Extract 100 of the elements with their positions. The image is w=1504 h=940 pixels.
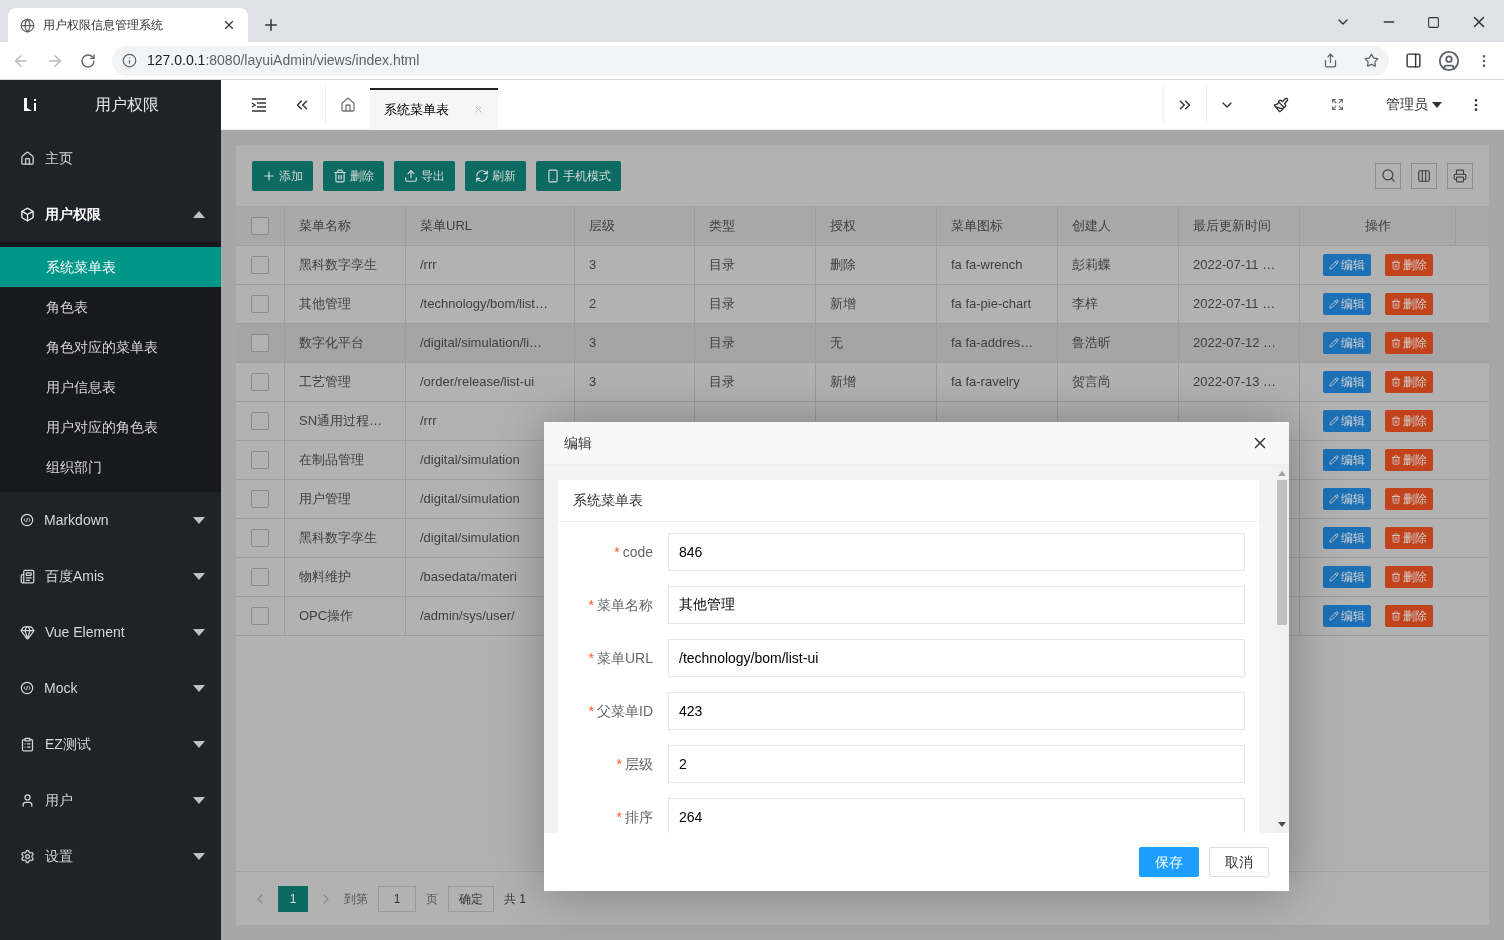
pencil-icon	[1329, 455, 1339, 465]
delete-button[interactable]: 删除	[1385, 566, 1433, 588]
table-cell-text: 彭莉蝶	[1072, 256, 1111, 275]
page-input[interactable]: 1	[378, 885, 416, 912]
table-row[interactable]: 黑科数字孪生 /rrr 3 目录 删除 fa fa-wrench 彭莉蝶 2022-07-11 … 编辑 删除	[236, 246, 1489, 285]
submenu-item[interactable]: 用户对应的角色表	[0, 407, 221, 447]
delete-button[interactable]: 删除	[1385, 605, 1433, 627]
checkbox[interactable]	[251, 334, 269, 352]
edit-button[interactable]: 编辑	[1323, 605, 1371, 627]
scroll-down-icon[interactable]	[1278, 822, 1286, 827]
toolbar-button[interactable]: 删除	[323, 160, 384, 191]
toolbar-button[interactable]: 手机模式	[536, 160, 621, 191]
submenu-item[interactable]: 组织部门	[0, 447, 221, 487]
delete-button[interactable]: 删除	[1385, 332, 1433, 354]
table-cell-text: 物料维护	[299, 568, 351, 587]
sidebar-item[interactable]: Mock	[0, 660, 221, 716]
page-unit: 页	[426, 890, 438, 908]
plus-icon	[262, 168, 276, 183]
paintbrush-icon[interactable]	[1273, 96, 1289, 113]
profile-icon[interactable]	[1438, 49, 1460, 72]
table-cell-text: 李梓	[1072, 295, 1098, 314]
table-cell-text: 其他管理	[299, 295, 351, 314]
print-icon[interactable]	[1447, 162, 1473, 189]
edit-button[interactable]: 编辑	[1323, 332, 1371, 354]
trash-icon	[1391, 377, 1401, 387]
edit-button[interactable]: 编辑	[1323, 488, 1371, 510]
checkbox[interactable]	[251, 295, 269, 313]
submenu-item[interactable]: 角色表	[0, 287, 221, 327]
table-cell-text: 用户管理	[299, 490, 351, 509]
checkbox[interactable]	[251, 412, 269, 430]
submenu-item[interactable]: 角色对应的菜单表	[0, 327, 221, 367]
table-row[interactable]: 数字化平台 /digital/simulation/li… 3 目录 无 fa fa-addres… 鲁浩昕 2022-07-12 … 编辑 删除	[236, 324, 1489, 363]
sidebar-item[interactable]: EZ测试	[0, 716, 221, 772]
checkbox[interactable]	[251, 451, 269, 469]
browser-tab[interactable]: 用户权限信息管理系统	[8, 8, 248, 42]
delete-button[interactable]: 删除	[1385, 254, 1433, 276]
checkbox[interactable]	[251, 568, 269, 586]
edit-button[interactable]: 编辑	[1323, 410, 1371, 432]
menu-fold-icon[interactable]	[251, 97, 267, 112]
checkbox[interactable]	[251, 373, 269, 391]
maximize-icon[interactable]	[1427, 15, 1440, 29]
checkbox[interactable]	[251, 256, 269, 274]
edit-button[interactable]: 编辑	[1323, 449, 1371, 471]
input-field[interactable]: 846	[668, 533, 1245, 571]
input-field[interactable]: 2	[668, 745, 1245, 783]
new-tab-icon[interactable]	[262, 16, 280, 34]
checkbox[interactable]	[251, 490, 269, 508]
home-icon[interactable]	[340, 96, 356, 113]
star-icon[interactable]	[1364, 53, 1379, 68]
checkbox[interactable]	[251, 529, 269, 547]
edit-button[interactable]: 编辑	[1323, 566, 1371, 588]
sidebar-item[interactable]: 设置	[0, 828, 221, 884]
toolbar-button[interactable]: 添加	[252, 160, 313, 191]
sidebar-item[interactable]: 百度Amis	[0, 548, 221, 604]
delete-button[interactable]: 删除	[1385, 410, 1433, 432]
fullscreen-icon[interactable]	[1331, 98, 1344, 111]
page-number[interactable]: 1	[278, 885, 308, 912]
delete-button[interactable]: 删除	[1385, 527, 1433, 549]
checkbox[interactable]	[251, 607, 269, 625]
sidebar-item[interactable]: Markdown	[0, 492, 221, 548]
trash-icon	[1391, 533, 1401, 543]
edit-button[interactable]: 编辑	[1323, 371, 1371, 393]
cancel-button[interactable]: 取消	[1209, 847, 1269, 877]
close-icon[interactable]	[222, 18, 236, 32]
edit-button[interactable]: 编辑	[1323, 527, 1371, 549]
submenu-item[interactable]: 用户信息表	[0, 367, 221, 407]
edit-button[interactable]: 编辑	[1323, 254, 1371, 276]
delete-button[interactable]: 删除	[1385, 488, 1433, 510]
toolbar-button[interactable]: 刷新	[465, 160, 526, 191]
delete-button[interactable]: 删除	[1385, 449, 1433, 471]
table-cell-text: fa fa-pie-chart	[951, 295, 1032, 314]
phone-icon	[546, 168, 560, 183]
input-field[interactable]: /technology/bom/list-ui	[668, 639, 1245, 677]
checkbox[interactable]	[251, 217, 269, 235]
table-row[interactable]: 工艺管理 /order/release/list-ui 3 目录 新增 fa fa-ravelry 贺言尚 2022-07-13 … 编辑 删除	[236, 363, 1489, 402]
reload-icon[interactable]	[80, 52, 96, 69]
table-row[interactable]: 其他管理 /technology/bom/list… 2 目录 新增 fa fa-pie-chart 李梓 2022-07-11 … 编辑 删除	[236, 285, 1489, 324]
sidebar-item[interactable]: Vue Element	[0, 604, 221, 660]
confirm-button[interactable]: 确定	[448, 885, 494, 912]
share-icon[interactable]	[1323, 53, 1338, 68]
input-field[interactable]: 其他管理	[668, 586, 1245, 624]
submenu-item[interactable]: 系统菜单表	[0, 247, 221, 287]
page-tab[interactable]: 系统菜单表	[370, 87, 498, 130]
input-field[interactable]: 264	[668, 798, 1245, 833]
toolbar-button[interactable]: 导出	[394, 160, 455, 191]
table-cell-text: OPC操作	[299, 607, 354, 626]
sidebar-item[interactable]: 主页	[0, 130, 221, 186]
side-panel-icon[interactable]	[1405, 52, 1422, 69]
pencil-icon	[1329, 416, 1339, 426]
search-icon[interactable]	[1375, 162, 1401, 189]
sidebar-item[interactable]: 用户权限	[0, 186, 221, 242]
edit-button[interactable]: 编辑	[1323, 293, 1371, 315]
user-menu[interactable]: 管理员	[1386, 94, 1442, 115]
input-field[interactable]: 423	[668, 692, 1245, 730]
table-cell-text: /digital/simulation	[420, 490, 520, 509]
delete-button[interactable]: 删除	[1385, 371, 1433, 393]
address-field[interactable]: 127.0.0.1:8080/layuiAdmin/views/index.html	[112, 45, 1389, 76]
sidebar-item[interactable]: 用户	[0, 772, 221, 828]
delete-button[interactable]: 删除	[1385, 293, 1433, 315]
save-button[interactable]: 保存	[1139, 847, 1199, 877]
